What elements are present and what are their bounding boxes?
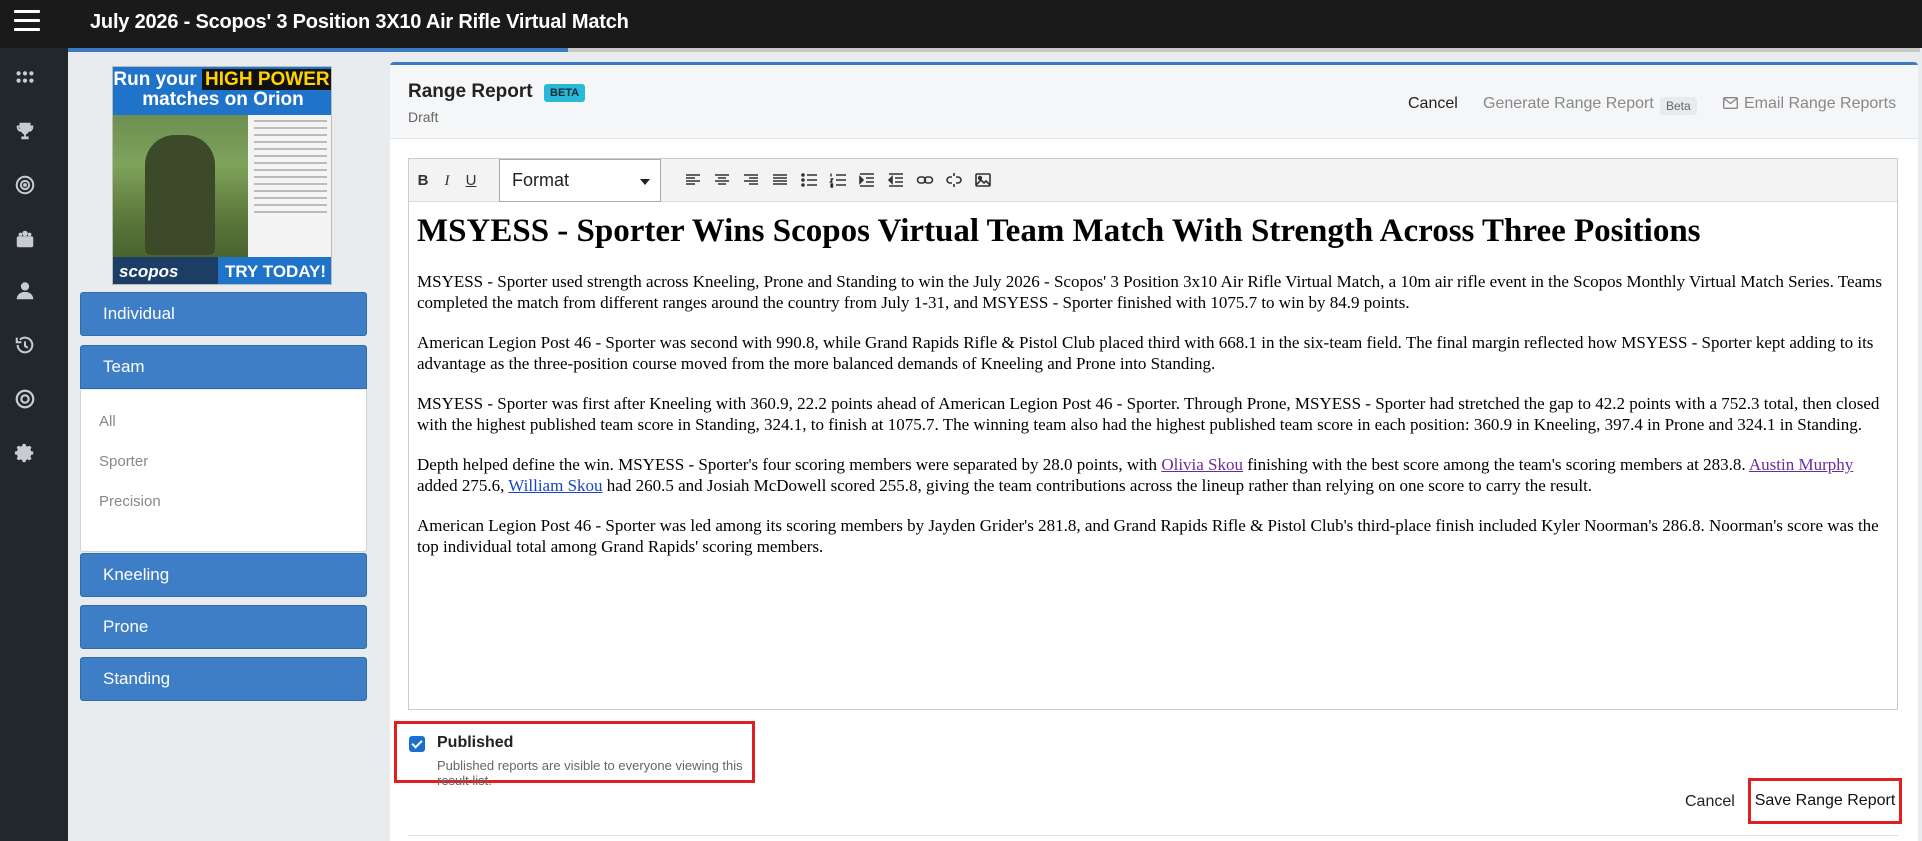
- athlete-link-william-skou[interactable]: William Skou: [508, 476, 602, 495]
- generate-range-report-button[interactable]: Generate Range Report: [1483, 95, 1654, 113]
- published-label: Published: [437, 734, 514, 751]
- email-range-reports-label: Email Range Reports: [1744, 95, 1897, 112]
- format-dropdown-value: Format: [512, 170, 570, 190]
- beta-badge: BETA: [544, 84, 586, 102]
- report-paragraph-5: American Legion Post 46 - Sporter was le…: [417, 516, 1879, 556]
- team-icon[interactable]: [14, 228, 38, 252]
- report-paragraph-2: American Legion Post 46 - Sporter was se…: [417, 333, 1874, 373]
- report-status: Draft: [408, 109, 439, 125]
- team-sub-all[interactable]: All: [99, 413, 116, 430]
- team-submenu: All Sporter Precision: [80, 390, 367, 552]
- team-sub-sporter[interactable]: Sporter: [99, 453, 148, 470]
- ad-footer: scopos TRY TODAY!: [113, 257, 331, 284]
- range-report-card: Range Report BETA Draft Cancel Generate …: [390, 62, 1918, 841]
- nav-individual[interactable]: Individual: [80, 292, 367, 336]
- published-checkbox[interactable]: [409, 736, 425, 752]
- team-sub-precision[interactable]: Precision: [99, 493, 161, 510]
- rich-text-editor[interactable]: B I U Format MSYESS - Sporter Wins Scopo…: [408, 158, 1898, 710]
- nav-standing[interactable]: Standing: [80, 657, 367, 701]
- save-range-report-button[interactable]: Save Range Report: [1748, 778, 1902, 824]
- card-header: Range Report BETA Draft Cancel Generate …: [390, 65, 1918, 139]
- top-bar: July 2026 - Scopos' 3 Position 3X10 Air …: [0, 0, 1922, 48]
- editor-toolbar: B I U Format: [409, 159, 1897, 202]
- ad-line1: Run your: [113, 69, 203, 90]
- link-icon[interactable]: [915, 171, 935, 191]
- published-help-text: Published reports are visible to everyon…: [437, 758, 743, 788]
- icon-rail: [0, 48, 68, 841]
- target-icon[interactable]: [14, 174, 38, 198]
- bullseye-icon[interactable]: [14, 388, 38, 412]
- gear-icon[interactable]: [14, 442, 38, 466]
- email-range-reports-button[interactable]: Email Range Reports: [1722, 95, 1897, 114]
- scopos-logo: scopos: [119, 262, 179, 281]
- athlete-link-austin-murphy[interactable]: Austin Murphy: [1749, 455, 1853, 474]
- page-title: July 2026 - Scopos' 3 Position 3X10 Air …: [90, 11, 629, 33]
- ad-scoresheet-image: [248, 115, 331, 257]
- p4-text-a: Depth helped define the win. MSYESS - Sp…: [417, 455, 1162, 474]
- report-paragraph-3: MSYESS - Sporter was first after Kneelin…: [417, 394, 1880, 434]
- menu-icon[interactable]: [14, 10, 40, 34]
- format-dropdown[interactable]: Format: [499, 159, 661, 202]
- p4-text-c: added 275.6,: [417, 476, 509, 495]
- p4-text-d: had 260.5 and Josiah McDowell scored 255…: [602, 476, 1593, 495]
- image-icon[interactable]: [973, 171, 993, 191]
- align-left-icon[interactable]: [683, 171, 703, 191]
- report-headline: MSYESS - Sporter Wins Scopos Virtual Tea…: [417, 213, 1701, 249]
- unlink-icon[interactable]: [944, 171, 964, 191]
- nav-team[interactable]: Team: [80, 345, 367, 389]
- report-paragraph-1: MSYESS - Sporter used strength across Kn…: [417, 272, 1882, 312]
- align-justify-icon[interactable]: [770, 171, 790, 191]
- person-icon[interactable]: [14, 280, 38, 304]
- left-panel: Run your HIGH POWER matches on Orion sco…: [68, 52, 388, 841]
- underline-button[interactable]: U: [461, 171, 481, 191]
- ad-shooter-photo: [113, 115, 248, 257]
- trophy-icon[interactable]: [14, 120, 38, 144]
- ad-headline: Run your HIGH POWER matches on Orion: [113, 67, 331, 115]
- numbered-list-icon[interactable]: [828, 171, 848, 191]
- header-cancel-button[interactable]: Cancel: [1408, 95, 1458, 113]
- ad-line1-highlight: HIGH POWER: [202, 69, 331, 90]
- history-icon[interactable]: [14, 334, 38, 358]
- editor-content[interactable]: MSYESS - Sporter Wins Scopos Virtual Tea…: [417, 211, 1889, 576]
- footer-divider: [408, 835, 1898, 836]
- apps-icon[interactable]: [14, 66, 38, 90]
- footer-cancel-button[interactable]: Cancel: [1685, 793, 1735, 811]
- indent-icon[interactable]: [857, 171, 877, 191]
- align-center-icon[interactable]: [712, 171, 732, 191]
- bullet-list-icon[interactable]: [799, 171, 819, 191]
- report-paragraph-4: Depth helped define the win. MSYESS - Sp…: [417, 454, 1889, 496]
- envelope-icon: [1722, 96, 1739, 114]
- nav-prone[interactable]: Prone: [80, 605, 367, 649]
- orion-ad-banner[interactable]: Run your HIGH POWER matches on Orion sco…: [112, 66, 332, 285]
- ad-line2: matches on Orion: [142, 89, 304, 110]
- range-report-title: Range Report: [408, 81, 533, 102]
- align-right-icon[interactable]: [741, 171, 761, 191]
- ad-cta: TRY TODAY!: [218, 257, 331, 284]
- published-section: Published Published reports are visible …: [394, 721, 755, 788]
- athlete-link-olivia-skou[interactable]: Olivia Skou: [1161, 455, 1243, 474]
- chevron-down-icon: [640, 179, 650, 185]
- nav-kneeling[interactable]: Kneeling: [80, 553, 367, 597]
- outdent-icon[interactable]: [886, 171, 906, 191]
- italic-button[interactable]: I: [437, 171, 457, 191]
- generate-beta-badge: Beta: [1660, 97, 1697, 115]
- bold-button[interactable]: B: [413, 171, 433, 191]
- p4-text-b: finishing with the best score among the …: [1243, 455, 1749, 474]
